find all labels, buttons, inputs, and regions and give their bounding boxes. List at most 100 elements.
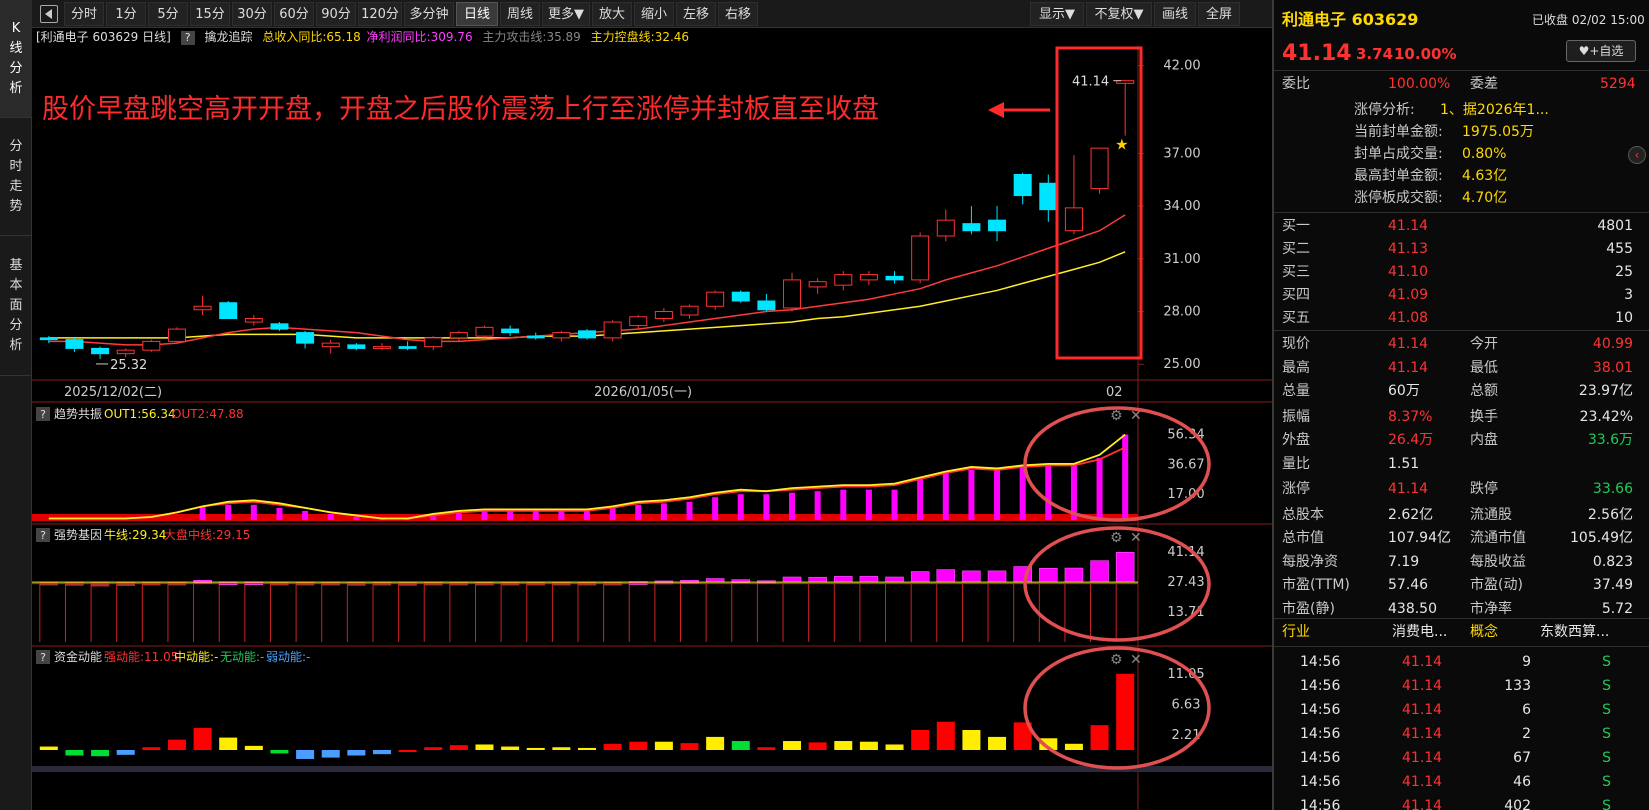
panel-title: 趋势共振 xyxy=(54,407,102,421)
candle-up xyxy=(167,328,186,342)
period-button-daily[interactable]: 日线 xyxy=(456,2,498,26)
tick-volume: 133 xyxy=(1504,678,1531,694)
tab-char: 析 xyxy=(9,80,23,96)
resonance-bar xyxy=(609,507,616,520)
price-change: 3.74 xyxy=(1356,45,1394,63)
ma-red-line xyxy=(48,214,1126,346)
bid-price: 41.13 xyxy=(1388,241,1429,257)
tab-char: 本 xyxy=(9,277,23,293)
y-tick-label: 42.00 xyxy=(1163,59,1200,74)
fullscreen-button[interactable]: 全屏 xyxy=(1198,2,1240,26)
tick-price: 41.14 xyxy=(1402,750,1443,766)
bid-price: 41.09 xyxy=(1388,287,1429,303)
gene-bar xyxy=(936,569,956,583)
period-button[interactable]: 周线 xyxy=(500,2,540,26)
display-dropdown[interactable]: 显示▼ xyxy=(1030,2,1084,26)
divider xyxy=(1274,646,1649,647)
tick-time: 14:56 xyxy=(1300,774,1341,790)
out1-label: OUT1:56.34 xyxy=(104,407,176,421)
stat-value: 60万 xyxy=(1388,383,1420,399)
candle-up xyxy=(706,291,725,307)
candle-up xyxy=(603,321,622,339)
move-left-button[interactable]: 左移 xyxy=(676,2,716,26)
bid-level-label: 买二 xyxy=(1282,241,1310,257)
period-button[interactable]: 分时 xyxy=(64,2,104,26)
panel-title: 资金动能 xyxy=(54,649,102,664)
period-button[interactable]: 多分钟 xyxy=(404,2,454,26)
stat-label: 今开 xyxy=(1470,336,1498,352)
tick-row: 14:56 41.14 6 S xyxy=(1274,698,1649,722)
period-button[interactable]: 5分 xyxy=(148,2,188,26)
candle-up xyxy=(321,342,340,348)
stat-row: 总股本 2.62亿 流通股 2.56亿 xyxy=(1274,503,1649,527)
momentum-bar xyxy=(501,746,520,750)
more-periods-dropdown[interactable]: 更多▼ xyxy=(542,2,590,26)
momentum-bar xyxy=(936,721,955,750)
stat-row: 涨停 41.14 跌停 33.66 xyxy=(1274,477,1649,501)
stat-row: 每股净资 7.19 每股收益 0.823 xyxy=(1274,550,1649,574)
candle-up xyxy=(552,332,571,339)
collapse-arrow-icon[interactable]: ‹ xyxy=(1628,146,1646,164)
stat-value: 23.42% xyxy=(1579,408,1633,425)
close-icon: ✕ xyxy=(1130,652,1142,668)
candle-down xyxy=(988,219,1007,232)
momentum-bar xyxy=(347,750,366,756)
draw-line-button[interactable]: 画线 xyxy=(1154,2,1196,26)
stat-row: 量比 1.51 xyxy=(1274,452,1649,476)
candle-down xyxy=(39,337,58,341)
zoom-in-button[interactable]: 放大 xyxy=(592,2,632,26)
divider xyxy=(1274,70,1649,71)
tick-time: 14:56 xyxy=(1300,654,1341,670)
limit-info-value[interactable]: 1、据2026年1... xyxy=(1440,98,1549,122)
stat-value: 26.4万 xyxy=(1388,432,1434,448)
industry-value[interactable]: 消费电... xyxy=(1392,620,1447,644)
tab-kline-analysis[interactable]: K 线 分 析 xyxy=(0,0,32,118)
tick-price: 41.14 xyxy=(1402,798,1443,810)
concept-label[interactable]: 概念 xyxy=(1470,620,1498,644)
toolbar: 分时 1分 5分 15分 30分 60分 90分 120分 多分钟 日线 周线 … xyxy=(32,0,1272,28)
adjust-dropdown[interactable]: 不复权▼ xyxy=(1086,2,1152,26)
tab-char: 分 xyxy=(9,138,23,154)
gene-bar xyxy=(808,576,827,583)
momentum-bar xyxy=(757,747,776,750)
gene-bar xyxy=(1064,567,1084,583)
period-button[interactable]: 30分 xyxy=(232,2,272,26)
resonance-bar xyxy=(865,489,872,520)
period-button[interactable]: 60分 xyxy=(274,2,314,26)
tab-fundamental-analysis[interactable]: 基 本 面 分 析 xyxy=(0,236,32,376)
candle-down xyxy=(270,323,289,330)
tab-char: 基 xyxy=(9,257,23,273)
stat-value: 2.62亿 xyxy=(1388,506,1434,523)
stat-row: 振幅 8.37% 换手 23.42% xyxy=(1274,405,1649,429)
momentum-bar xyxy=(654,741,673,750)
mid-momentum-label: 中动能:- xyxy=(174,649,218,664)
annotation-arrow-head xyxy=(988,102,1004,118)
resonance-bar xyxy=(250,504,257,520)
gene-bar xyxy=(962,570,981,583)
tick-side: S xyxy=(1602,678,1611,694)
stat-label: 外盘 xyxy=(1282,432,1310,448)
concept-value[interactable]: 东数西算... xyxy=(1540,620,1609,644)
industry-label[interactable]: 行业 xyxy=(1282,620,1310,644)
chart-area[interactable]: 42.00 37.00 34.00 31.00 28.00 25.00 2025/12/02… xyxy=(32,28,1272,810)
add-watchlist-button[interactable]: ♥+自选 xyxy=(1566,40,1636,62)
zoom-out-button[interactable]: 缩小 xyxy=(634,2,674,26)
stat-label: 市盈(动) xyxy=(1470,577,1523,593)
tab-intraday-trend[interactable]: 分 时 走 势 xyxy=(0,118,32,236)
bid-volume: 4801 xyxy=(1597,218,1633,234)
move-right-button[interactable]: 右移 xyxy=(718,2,758,26)
resonance-bar xyxy=(712,497,719,520)
resonance-bar xyxy=(814,491,821,520)
tick-row: 14:56 41.14 46 S xyxy=(1274,770,1649,794)
gene-bar xyxy=(910,571,930,583)
period-button[interactable]: 1分 xyxy=(106,2,146,26)
momentum-bar xyxy=(988,736,1007,750)
period-button[interactable]: 15分 xyxy=(190,2,230,26)
momentum-bar xyxy=(885,744,904,750)
momentum-bar xyxy=(578,747,596,750)
resonance-bar xyxy=(635,504,642,520)
period-button[interactable]: 120分 xyxy=(358,2,402,26)
back-icon[interactable] xyxy=(40,5,58,23)
momentum-bar xyxy=(962,730,981,750)
period-button[interactable]: 90分 xyxy=(316,2,356,26)
